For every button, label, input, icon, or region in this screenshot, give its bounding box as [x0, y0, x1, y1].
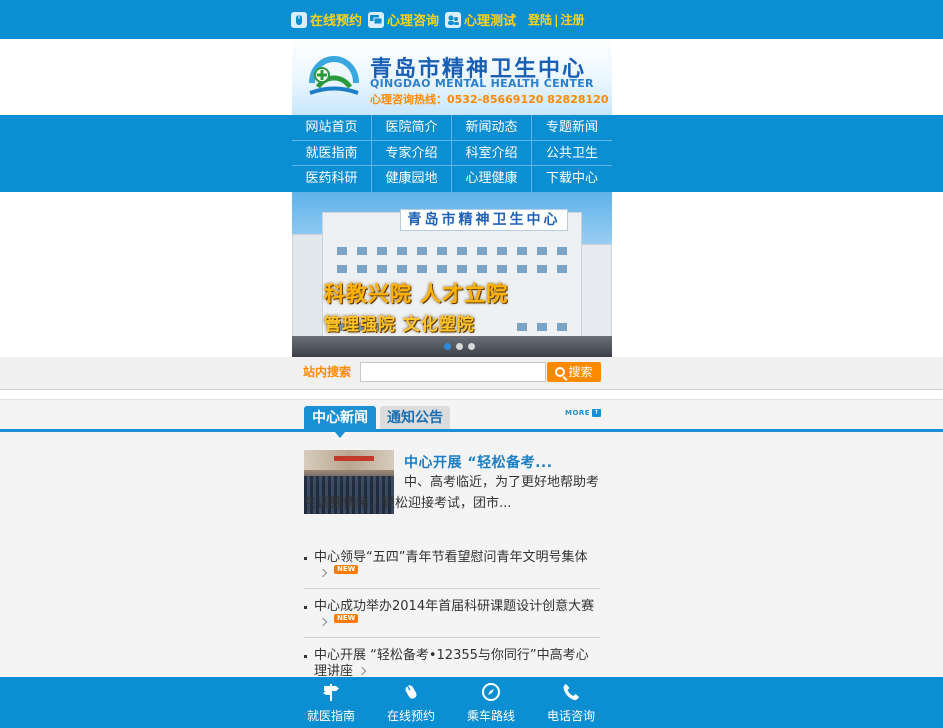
site-search: 站内搜索 搜索 [0, 357, 943, 390]
page: 在线预约 心理咨询 心理测试 登陆 | 注册 青岛市精神卫生中心 QINGDAO… [0, 0, 943, 728]
phone-icon [563, 684, 579, 701]
nav-item-public-health[interactable]: 公共卫生 [532, 141, 612, 167]
main-nav: 网站首页 医院简介 新闻动态 专题新闻 就医指南 专家介绍 科室介绍 公共卫生 … [0, 115, 943, 192]
nav-item-mental-health[interactable]: 心理健康 [452, 166, 532, 192]
nav-item-guide[interactable]: 就医指南 [292, 140, 372, 167]
news-list: 中心领导“五四”青年节看望慰问青年文明号集体NEW 中心成功举办2014年首届科… [304, 548, 600, 694]
nav-item-home[interactable]: 网站首页 [292, 115, 372, 141]
register-link[interactable]: 注册 [560, 13, 584, 27]
nav-item-downloads[interactable]: 下载中心 [532, 166, 612, 192]
nav-item-research[interactable]: 医药科研 [292, 166, 372, 192]
featured-news-summary: 中、高考临近，为了更好地帮助考生调整情绪，轻松迎接考试，团市... [304, 475, 600, 511]
site-logo[interactable]: 青岛市精神卫生中心 QINGDAO MENTAL HEALTH CENTER 心… [292, 39, 612, 115]
more-link[interactable]: MORE ↑ [565, 409, 602, 417]
online-booking-label: 在线预约 [310, 14, 363, 29]
search-button[interactable]: 搜索 [547, 362, 601, 382]
featured-news-title[interactable]: 中心开展 “轻松备考... [404, 452, 553, 472]
hospital-name-en: QINGDAO MENTAL HEALTH CENTER [370, 77, 594, 90]
top-bar: 在线预约 心理咨询 心理测试 登陆 | 注册 [0, 0, 943, 39]
new-badge: NEW [334, 614, 359, 623]
slider-dot-2[interactable] [456, 343, 463, 350]
slider-dot-1[interactable] [444, 343, 451, 350]
tab-center-news[interactable]: 中心新闻 [304, 406, 376, 438]
tab-notices[interactable]: 通知公告 [380, 406, 450, 430]
nav-item-departments[interactable]: 科室介绍 [452, 140, 532, 167]
news-title: 中心开展 “轻松备考•12355与你同行”中高考心理讲座 [314, 648, 589, 679]
news-list-item[interactable]: 中心领导“五四”青年节看望慰问青年文明号集体NEW [304, 548, 600, 589]
nav-item-experts[interactable]: 专家介绍 [372, 140, 452, 167]
chat-icon [368, 11, 385, 28]
online-booking-link[interactable]: 在线预约 [291, 10, 362, 29]
psych-test-label: 心理测试 [464, 14, 517, 29]
hotline-text: 心理咨询热线：0532-85669120 82828120 [370, 93, 609, 106]
bottom-item-guide[interactable]: 就医指南 [291, 677, 371, 728]
bottom-item-route-label: 乘车路线 [466, 709, 515, 723]
slider-dot-3[interactable] [468, 343, 475, 350]
search-icon [555, 367, 566, 377]
nav-item-news[interactable]: 新闻动态 [452, 115, 532, 141]
banner-building-sign: 青岛市精神卫生中心 [400, 209, 568, 231]
logo-emblem-icon [309, 55, 359, 95]
bottom-item-phone[interactable]: 电话咨询 [531, 677, 611, 728]
search-button-label: 搜索 [568, 365, 593, 379]
login-separator: | [554, 13, 559, 27]
bottom-item-phone-label: 电话咨询 [546, 709, 595, 723]
banner-slogan-line1: 科教兴院 人才立院 [324, 282, 509, 306]
arrow-up-icon: ↑ [592, 409, 602, 417]
psych-test-link[interactable]: 心理测试 [445, 10, 516, 29]
bottom-item-booking-label: 在线预约 [386, 709, 435, 723]
news-list-item[interactable]: 中心成功举办2014年首届科研课题设计创意大赛NEW [304, 597, 600, 638]
mouse-icon [291, 11, 307, 28]
bottom-item-guide-label: 就医指南 [306, 709, 355, 723]
login-link[interactable]: 登陆 [528, 13, 552, 27]
counseling-link[interactable]: 心理咨询 [368, 10, 439, 29]
nav-item-health-garden[interactable]: 健康园地 [372, 166, 452, 192]
chevron-right-icon [318, 617, 328, 627]
slider-dots [444, 343, 475, 350]
chevron-right-icon [357, 666, 367, 676]
bottom-item-booking[interactable]: 在线预约 [371, 677, 451, 728]
news-title: 中心领导“五四”青年节看望慰问青年文明号集体 [314, 550, 588, 565]
banner-slider[interactable]: 青岛市精神卫生中心 科教兴院 人才立院 管理强院 文化塑院 [292, 192, 612, 357]
mouse-icon [405, 685, 417, 699]
chevron-right-icon [318, 568, 328, 578]
new-badge: NEW [334, 565, 359, 574]
search-label: 站内搜索 [303, 365, 352, 379]
counseling-label: 心理咨询 [387, 14, 440, 29]
nav-item-special-news[interactable]: 专题新闻 [532, 115, 612, 141]
news-section: 中心新闻 通知公告 MORE ↑ 中心开展 “轻松备考... 中、高考临近，为了更… [0, 399, 943, 679]
tab-underline [0, 429, 943, 432]
signpost-icon [323, 684, 339, 701]
users-icon [445, 11, 462, 28]
news-title: 中心成功举办2014年首届科研课题设计创意大赛 [314, 599, 595, 614]
banner-slogan-line2: 管理强院 文化塑院 [324, 315, 475, 335]
nav-item-about[interactable]: 医院简介 [372, 115, 452, 141]
more-label: MORE [565, 409, 591, 417]
bottom-tab-bar: 就医指南 在线预约 乘车路线 电话咨询 [0, 677, 943, 728]
search-input[interactable] [360, 362, 546, 382]
bottom-item-route[interactable]: 乘车路线 [451, 677, 531, 728]
login-register: 登陆 | 注册 [528, 11, 584, 28]
compass-icon [482, 683, 500, 701]
